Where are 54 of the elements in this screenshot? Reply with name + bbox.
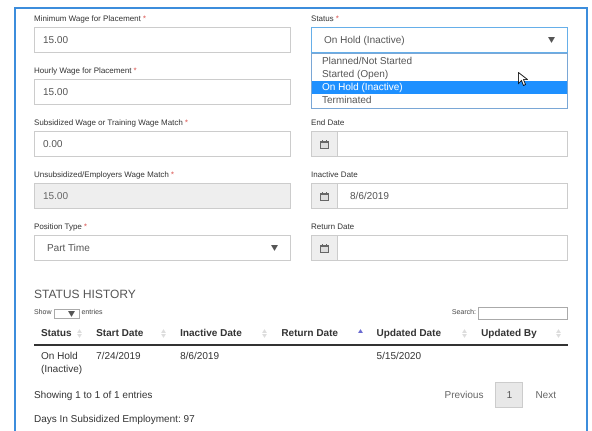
table-cell: 5/15/2020: [370, 345, 474, 380]
date-field[interactable]: [311, 131, 568, 157]
dropdown-option[interactable]: Terminated: [312, 94, 567, 107]
required-mark: *: [142, 14, 146, 23]
field-label: End Date: [311, 118, 344, 127]
calendar-icon: [320, 244, 329, 252]
calendar-icon: [320, 192, 329, 200]
caret-icon: [68, 310, 75, 316]
required-mark: *: [184, 118, 188, 127]
calendar-icon: [320, 140, 329, 148]
field-label: Return Date: [311, 222, 354, 231]
calendar-button[interactable]: [312, 132, 338, 156]
column-header[interactable]: Status: [34, 323, 90, 345]
days-summary: Days In Subsidized Employment: 97: [34, 413, 196, 427]
required-mark: *: [134, 66, 137, 75]
entries-info: Showing 1 to 1 of 1 entries: [34, 388, 152, 402]
pagination-link[interactable]: Next: [535, 388, 556, 402]
pagination-link[interactable]: Previous: [444, 388, 484, 402]
input-field[interactable]: 15.00: [34, 27, 291, 53]
page-button[interactable]: 1: [495, 382, 524, 408]
required-mark: *: [84, 222, 88, 231]
column-header[interactable]: Return Date: [274, 323, 370, 345]
caret-icon: [548, 37, 555, 43]
search-field[interactable]: [478, 307, 568, 320]
entries-select[interactable]: [54, 308, 80, 318]
table-cell: 7/24/2019: [89, 345, 174, 380]
select-field[interactable]: Part Time: [34, 235, 291, 261]
calendar-button[interactable]: [312, 236, 338, 260]
date-field[interactable]: 8/6/2019: [311, 183, 568, 209]
dropdown-option[interactable]: Started (Open): [312, 68, 567, 81]
calendar-button[interactable]: [312, 184, 338, 208]
field-label: Subsidized Wage or Training Wage Match: [34, 118, 183, 127]
required-mark: *: [336, 14, 339, 23]
field-label: Inactive Date: [311, 170, 358, 179]
column-header[interactable]: Start Date: [89, 323, 174, 345]
input-field[interactable]: 15.00: [34, 79, 291, 105]
dropdown-option[interactable]: Planned/Not Started: [312, 55, 567, 68]
field-label: Position Type: [34, 222, 82, 231]
field-label: Minimum Wage for Placement: [34, 14, 141, 23]
required-mark: *: [170, 170, 174, 179]
column-header[interactable]: Updated By: [474, 323, 568, 345]
caret-icon: [271, 245, 278, 251]
field-label: Unsubsidized/Employers Wage Match: [34, 170, 169, 179]
column-header[interactable]: Inactive Date: [173, 323, 274, 345]
field-label: Hourly Wage for Placement: [34, 66, 132, 75]
section-title: STATUS HISTORY: [34, 286, 137, 303]
input-field[interactable]: 0.00: [34, 131, 291, 157]
date-field[interactable]: [311, 235, 568, 261]
table-cell: 8/6/2019: [173, 345, 274, 380]
status-select[interactable]: On Hold (Inactive): [311, 27, 568, 53]
field-label: Status: [311, 14, 334, 23]
table-cell: On Hold (Inactive): [34, 345, 90, 380]
cursor-icon: [518, 72, 528, 86]
column-header[interactable]: Updated Date: [370, 323, 474, 345]
